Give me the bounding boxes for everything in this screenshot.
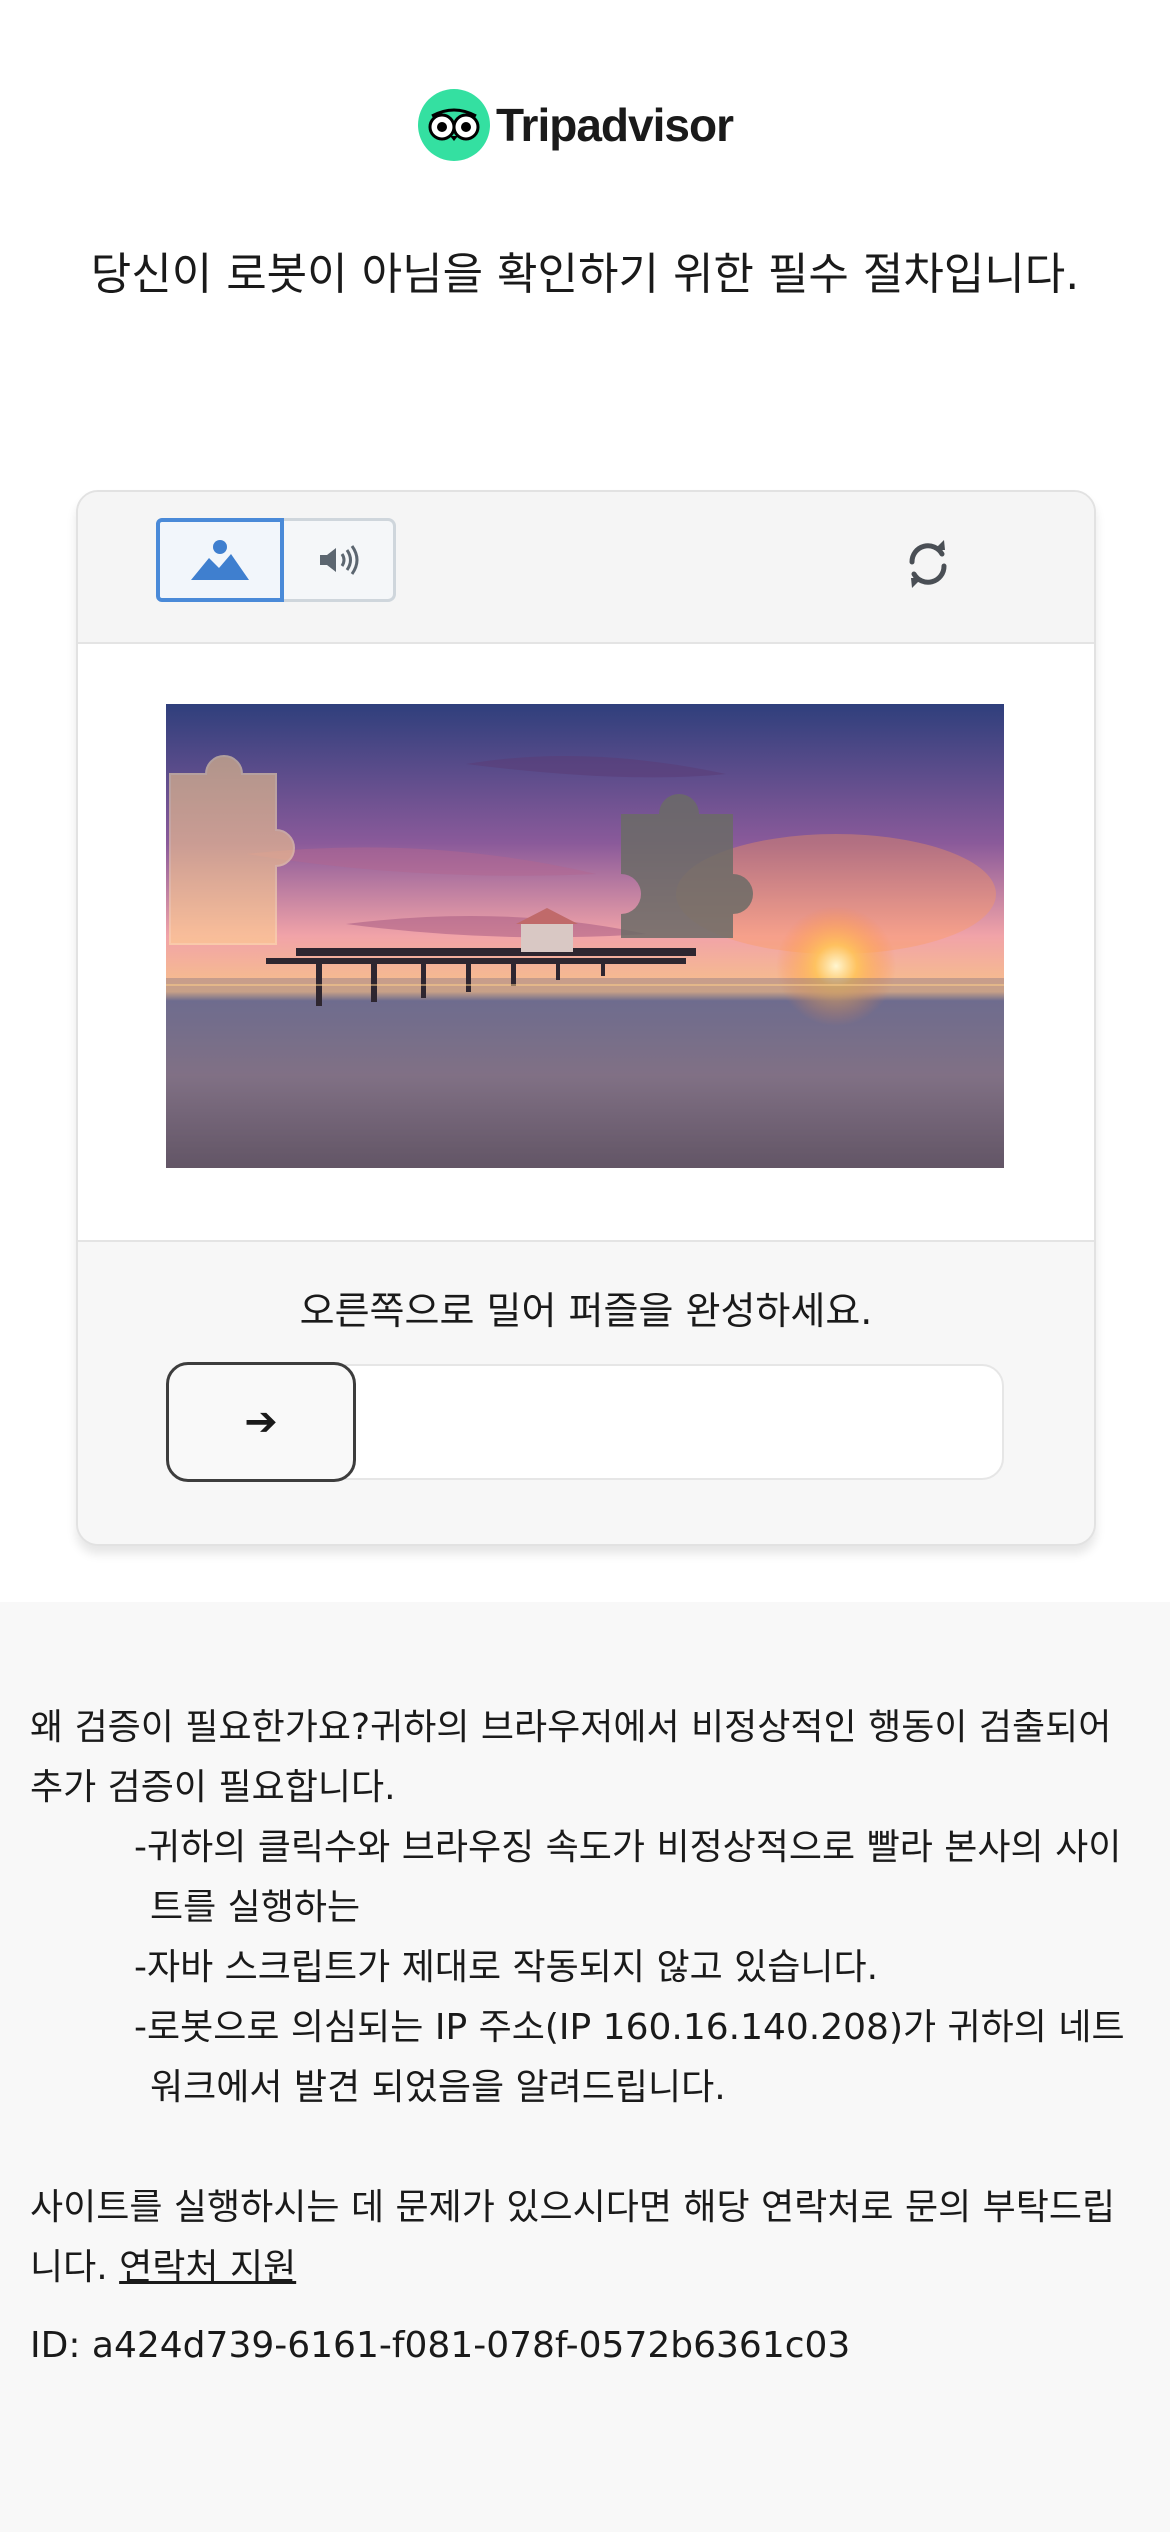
slider-handle[interactable]: ➔ [166,1362,356,1482]
reason-item: -자바 스크립트가 제대로 작동되지 않고 있습니다. [134,1947,879,1988]
captcha-mode-toggle [156,518,396,602]
audio-mode-button[interactable] [284,518,396,602]
owl-icon [418,89,490,161]
why-verification-text: 왜 검증이 필요한가요?귀하의 브라우저에서 비정상적인 행동이 검출되어 추가… [30,1707,1112,1808]
brand-name: Tripadvisor [496,99,734,151]
info-text: 왜 검증이 필요한가요?귀하의 브라우저에서 비정상적인 행동이 검출되어 추가… [30,1698,1140,2376]
slider-area: 오른쪽으로 밀어 퍼즐을 완성하세요. ➔ [78,1242,1094,1544]
info-section: 왜 검증이 필요한가요?귀하의 브라우저에서 비정상적인 행동이 검출되어 추가… [0,1602,1170,2532]
slider-instruction: 오른쪽으로 밀어 퍼즐을 완성하세요. [299,1289,873,1333]
arrow-right-icon: ➔ [244,1399,278,1445]
puzzle-image [166,704,1004,1168]
page-headline: 당신이 로봇이 아님을 확인하기 위한 필수 절차입니다. [90,249,1080,300]
image-icon [191,540,249,580]
request-id: ID: a424d739-6161-f081-078f-0572b6361c03 [30,2325,851,2366]
speaker-icon [319,545,358,575]
reasons-list: -귀하의 클릭수와 브라우징 속도가 비정상적으로 빨라 본사의 사이트를 실행… [30,1818,1140,2118]
captcha-card: 오른쪽으로 밀어 퍼즐을 완성하세요. ➔ [76,490,1096,1546]
reason-item: -로봇으로 의심되는 IP 주소(IP 160.16.140.208)가 귀하의… [134,2007,1125,2108]
reason-item: -귀하의 클릭수와 브라우징 속도가 비정상적으로 빨라 본사의 사이트를 실행… [134,1827,1122,1928]
tripadvisor-logo: Tripadvisor [418,88,734,162]
contact-support-link[interactable]: 연락처 지원 [119,2247,296,2288]
image-mode-button[interactable] [156,518,284,602]
contact-text: 사이트를 실행하시는 데 문제가 있으시다면 해당 연락처로 문의 부탁드립니다… [30,2178,1140,2298]
captcha-header [78,492,1094,644]
refresh-button[interactable] [900,536,956,592]
page-top: Tripadvisor 당신이 로봇이 아님을 확인하기 위한 필수 절차입니다… [0,0,1170,1602]
puzzle-area [78,644,1094,1242]
refresh-icon [909,540,947,588]
